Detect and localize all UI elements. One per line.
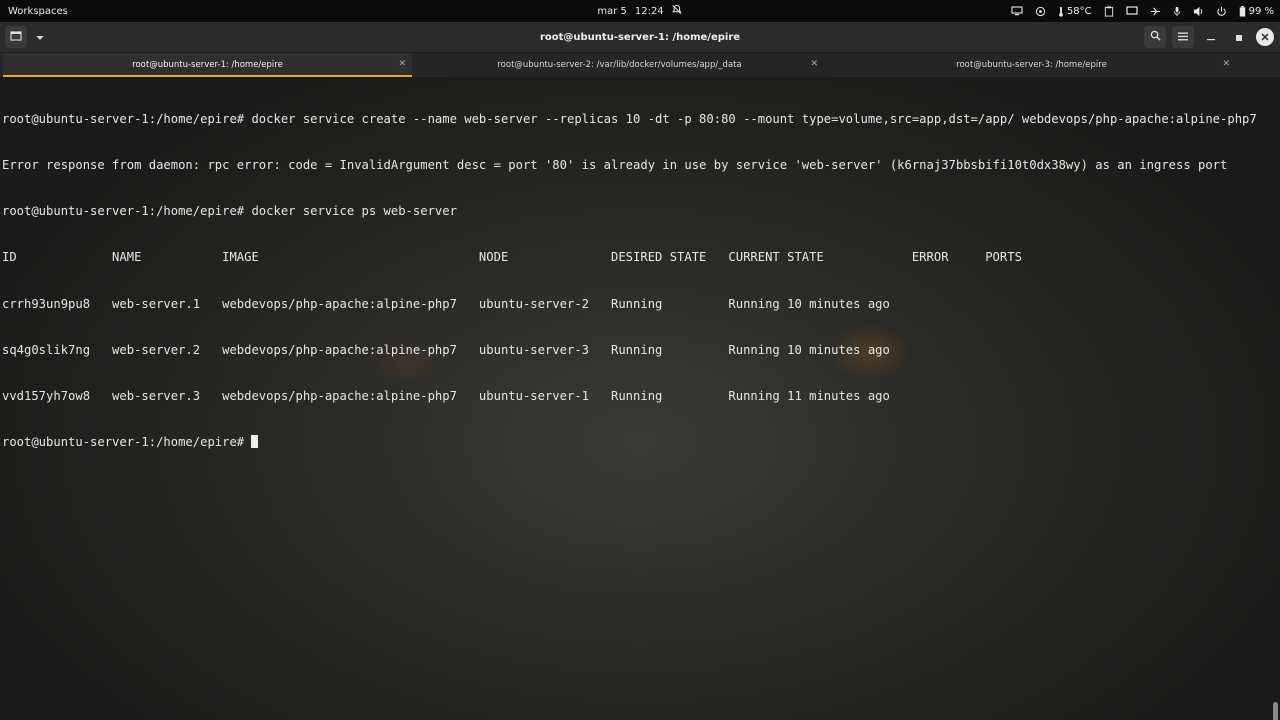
close-icon[interactable]: ✕ [810,59,818,69]
airplane-icon[interactable] [1150,6,1161,17]
terminal-line: ID NAME IMAGE NODE DESIRED STATE CURRENT… [2,250,1022,265]
battery-icon[interactable]: 99 % [1239,5,1274,17]
tab-server-3[interactable]: root@ubuntu-server-3: /home/epire ✕ [827,53,1236,77]
tab-bar: root@ubuntu-server-1: /home/epire ✕ root… [0,53,1280,77]
maximize-icon [1236,30,1242,44]
terminal-line: vvd157yh7ow8 web-server.3 webdevops/php-… [2,389,890,404]
new-tab-icon [10,30,22,44]
minimize-button[interactable] [1200,26,1222,48]
date-label: mar 5 [597,5,627,17]
terminal-line: sq4g0slik7ng web-server.2 webdevops/php-… [2,342,890,357]
battery-label: 99 % [1248,5,1274,17]
search-button[interactable] [1144,26,1166,48]
new-tab-button[interactable] [5,26,27,48]
terminal-prompt: root@ubuntu-server-1:/home/epire# [2,435,252,450]
dropdown-icon [36,30,44,44]
workspaces-button[interactable]: Workspaces [0,6,208,17]
power-icon[interactable] [1216,6,1227,17]
clock[interactable]: mar 5 12:24 [597,4,682,18]
terminal-line: root@ubuntu-server-1:/home/epire# docker… [2,204,457,219]
close-icon[interactable]: ✕ [1222,59,1230,69]
volume-icon[interactable] [1193,6,1204,17]
temperature-label: 58°C [1066,5,1092,17]
new-tab-dropdown-button[interactable] [29,26,51,48]
do-not-disturb-icon [672,4,683,18]
minimize-icon [1207,30,1215,44]
cpu-icon[interactable] [1035,6,1046,17]
terminal-prompt-line[interactable]: root@ubuntu-server-1:/home/epire# [2,435,1270,450]
tab-server-2[interactable]: root@ubuntu-server-2: /var/lib/docker/vo… [415,53,824,77]
terminal-window: root@ubuntu-server-1: /home/epire root@u… [0,22,1280,720]
window-title: root@ubuntu-server-1: /home/epire [539,31,741,43]
screen-icon[interactable] [1125,6,1138,16]
close-button[interactable] [1256,28,1274,46]
terminal-line: crrh93un9pu8 web-server.1 webdevops/php-… [2,296,890,311]
clipboard-icon[interactable] [1104,5,1114,17]
temperature-icon[interactable]: 58°C [1058,6,1092,17]
menu-icon [1178,30,1188,44]
tab-server-1[interactable]: root@ubuntu-server-1: /home/epire ✕ [3,53,412,77]
terminal-scrollbar[interactable] [1273,702,1278,720]
microphone-icon[interactable] [1173,6,1181,17]
close-icon[interactable]: ✕ [398,59,406,69]
terminal-line: root@ubuntu-server-1:/home/epire# docker… [2,111,1257,126]
tab-label: root@ubuntu-server-3: /home/epire [956,60,1107,70]
tab-label: root@ubuntu-server-2: /var/lib/docker/vo… [497,60,742,70]
terminal-cursor [251,435,259,449]
system-tray: 58°C 99 % [1011,0,1274,22]
maximize-button[interactable] [1228,26,1250,48]
system-top-bar: Workspaces mar 5 12:24 58°C 99 % [0,0,1280,22]
search-icon [1150,30,1161,44]
menu-button[interactable] [1172,26,1194,48]
close-icon [1261,31,1269,44]
window-headerbar: root@ubuntu-server-1: /home/epire [0,22,1280,53]
display-icon[interactable] [1011,6,1023,16]
time-label: 12:24 [634,5,664,17]
terminal-line: Error response from daemon: rpc error: c… [2,158,1228,173]
tab-label: root@ubuntu-server-1: /home/epire [132,60,283,70]
terminal-output[interactable]: root@ubuntu-server-1:/home/epire# docker… [2,81,1270,716]
